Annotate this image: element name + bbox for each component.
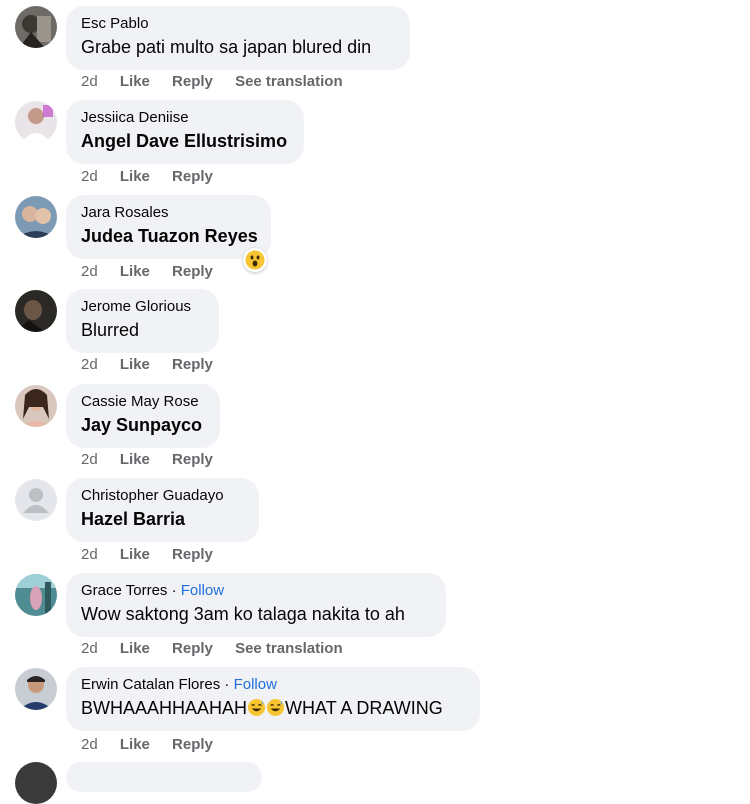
comment-bubble: Jerome Glorious Blurred [66, 289, 219, 353]
like-button[interactable]: Like [120, 451, 150, 468]
comment-mention[interactable]: Angel Dave Ellustrisimo [81, 129, 290, 153]
reply-button[interactable]: Reply [172, 263, 213, 280]
comment-text: Blurred [81, 320, 140, 340]
comment-actions: 2d Like Reply [81, 735, 231, 755]
like-button[interactable]: Like [120, 546, 150, 563]
comment-text: BWHAAAHHAAHAH WHAT A DRAWING [81, 696, 466, 720]
reply-button[interactable]: Reply [172, 451, 213, 468]
comment-author[interactable]: Jessiica Deniise [81, 108, 290, 128]
comment-actions: 2d Like Reply [81, 167, 231, 187]
reply-button[interactable]: Reply [172, 736, 213, 753]
follow-button[interactable]: Follow [181, 582, 224, 599]
avatar[interactable] [15, 196, 57, 238]
avatar[interactable] [15, 479, 57, 521]
comment-bubble: Cassie May Rose Jay Sunpayco [66, 384, 220, 448]
comment-actions: 2d Like Reply [81, 355, 231, 375]
comment-author[interactable]: Christopher Guadayo [81, 486, 245, 506]
comment-author[interactable]: Grace Torres [81, 582, 167, 599]
reply-button[interactable]: Reply [172, 546, 213, 563]
separator: · [224, 676, 230, 693]
comment-time[interactable]: 2d [81, 451, 98, 468]
comment-mention[interactable]: Hazel Barria [81, 507, 245, 531]
avatar[interactable] [15, 668, 57, 710]
see-translation-button[interactable]: See translation [235, 640, 343, 657]
wow-reaction-icon[interactable] [243, 248, 267, 272]
comment-time[interactable]: 2d [81, 168, 98, 185]
comment-time[interactable]: 2d [81, 263, 98, 280]
comment-author[interactable]: Jara Rosales [81, 203, 257, 223]
avatar[interactable] [15, 385, 57, 427]
comment-author-line: Grace Torres · Follow [81, 581, 432, 601]
comment-author[interactable]: Jerome Glorious [81, 297, 205, 317]
comment-author[interactable]: Esc Pablo [81, 14, 396, 34]
avatar[interactable] [15, 101, 57, 143]
like-button[interactable]: Like [120, 736, 150, 753]
comment-text-part: BWHAAAHHAAHAH [81, 698, 248, 718]
comment-time[interactable]: 2d [81, 736, 98, 753]
comment-time[interactable]: 2d [81, 640, 98, 657]
like-button[interactable]: Like [120, 73, 150, 90]
reply-button[interactable]: Reply [172, 356, 213, 373]
comment-actions: 2d Like Reply See translation [81, 639, 361, 659]
comment-actions: 2d Like Reply [81, 262, 231, 282]
comment-mention[interactable]: Judea Tuazon Reyes [81, 224, 258, 248]
comment-actions: 2d Like Reply See translation [81, 72, 361, 92]
avatar[interactable] [15, 574, 57, 616]
comment-text: Grabe pati multo sa japan blured din [81, 37, 372, 57]
avatar[interactable] [15, 6, 57, 48]
comment-bubble: Jara Rosales Judea Tuazon Reyes [66, 195, 271, 259]
reply-button[interactable]: Reply [172, 73, 213, 90]
comment-author[interactable]: Erwin Catalan Flores [81, 676, 220, 693]
like-button[interactable]: Like [120, 356, 150, 373]
comment-bubble: Christopher Guadayo Hazel Barria [66, 478, 259, 542]
like-button[interactable]: Like [120, 640, 150, 657]
like-button[interactable]: Like [120, 168, 150, 185]
follow-button[interactable]: Follow [234, 676, 277, 693]
grinning-sweat-icon [247, 698, 266, 717]
grinning-sweat-icon [266, 698, 285, 717]
reply-button[interactable]: Reply [172, 640, 213, 657]
comment-time[interactable]: 2d [81, 356, 98, 373]
comment-bubble: Grace Torres · Follow Wow saktong 3am ko… [66, 573, 446, 637]
comment-bubble: Esc Pablo Grabe pati multo sa japan blur… [66, 6, 410, 70]
comment-time[interactable]: 2d [81, 546, 98, 563]
comment-text-part: WHAT A DRAWING [285, 698, 443, 718]
comment-bubble: Jessiica Deniise Angel Dave Ellustrisimo [66, 100, 304, 164]
comment-actions: 2d Like Reply [81, 450, 231, 470]
comment-author[interactable]: Cassie May Rose [81, 392, 206, 412]
avatar[interactable] [15, 762, 57, 804]
comment-mention[interactable]: Jay Sunpayco [81, 413, 206, 437]
reply-button[interactable]: Reply [172, 168, 213, 185]
comment-bubble: Erwin Catalan Flores · Follow BWHAAAHHAA… [66, 667, 480, 731]
like-button[interactable]: Like [120, 263, 150, 280]
see-translation-button[interactable]: See translation [235, 73, 343, 90]
separator: · [171, 582, 177, 599]
comment-author-line: Erwin Catalan Flores · Follow [81, 675, 466, 695]
avatar[interactable] [15, 290, 57, 332]
comment-time[interactable]: 2d [81, 73, 98, 90]
comment-text: Wow saktong 3am ko talaga nakita to ah [81, 604, 405, 624]
comment-actions: 2d Like Reply [81, 545, 231, 565]
